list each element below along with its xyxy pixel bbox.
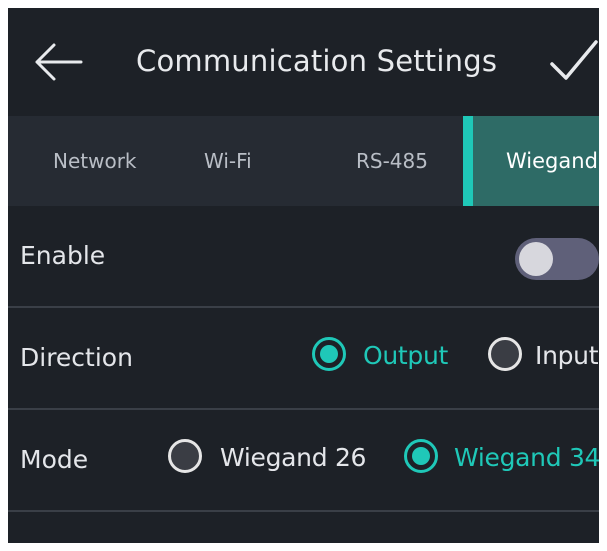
tab-network[interactable]: Network (53, 116, 137, 206)
checkmark-icon[interactable] (549, 38, 599, 86)
radio-wiegand-34-label[interactable]: Wiegand 34 (454, 410, 599, 506)
tab-rs485[interactable]: RS-485 (356, 116, 428, 206)
tab-bar: Network Wi-Fi RS-485 Wiegand (8, 116, 599, 206)
arrow-left-icon[interactable] (32, 40, 84, 84)
direction-label: Direction (20, 343, 133, 372)
mode-row: Mode Wiegand 26 Wiegand 34 (8, 410, 599, 510)
enable-label: Enable (20, 241, 106, 270)
mode-label: Mode (20, 445, 89, 474)
settings-list: Enable Direction Output Input Mode Wiega… (8, 206, 599, 543)
radio-input-label[interactable]: Input (535, 308, 599, 404)
toggle-knob (519, 242, 553, 276)
radio-wiegand-26[interactable] (168, 439, 202, 473)
communication-settings-screen: Communication Settings Network Wi-Fi RS-… (8, 8, 599, 543)
radio-wiegand-26-label[interactable]: Wiegand 26 (220, 410, 366, 506)
enable-toggle[interactable] (515, 238, 599, 280)
page-title: Communication Settings (136, 44, 498, 78)
active-tab-indicator (463, 116, 473, 206)
radio-input[interactable] (488, 337, 522, 371)
enable-row: Enable (8, 206, 599, 306)
radio-output-label[interactable]: Output (363, 308, 448, 404)
tab-wiegand-label: Wiegand (506, 149, 598, 173)
divider (8, 510, 599, 512)
radio-output[interactable] (312, 337, 346, 371)
header-bar: Communication Settings (8, 8, 599, 116)
tab-wiegand[interactable]: Wiegand (463, 116, 599, 206)
direction-row: Direction Output Input (8, 308, 599, 408)
tab-wifi[interactable]: Wi-Fi (204, 116, 252, 206)
radio-wiegand-34[interactable] (404, 439, 438, 473)
